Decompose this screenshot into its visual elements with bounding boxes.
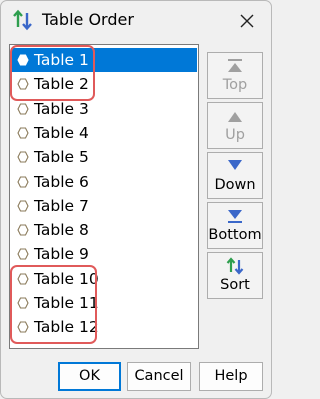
list-item-label: Table 3 [34,99,89,118]
sort-arrows-icon [226,257,244,275]
down-button[interactable]: Down [207,152,263,199]
list-item[interactable]: Table 12 [11,315,197,339]
table-node-icon [17,224,29,236]
list-item[interactable]: Table 7 [11,194,197,218]
table-list[interactable]: Table 1 Table 2 Table 3 Table 4 Table 5 Table… [9,44,199,349]
list-item[interactable]: Table 6 [11,170,197,194]
list-item[interactable]: Table 9 [11,242,197,266]
table-node-icon [17,103,29,115]
table-node-icon [17,200,29,212]
list-item-label: Table 2 [34,75,89,94]
ok-button[interactable]: OK [58,362,121,391]
table-node-icon [17,127,29,139]
table-node-icon [17,78,29,90]
table-node-icon [17,321,29,333]
sort-button[interactable]: Sort [207,252,263,299]
cancel-button[interactable]: Cancel [127,362,191,391]
up-button[interactable]: Up [207,102,263,149]
list-item[interactable]: Table 10 [11,267,197,291]
top-button[interactable]: Top [207,52,263,99]
title-bar: Table Order [1,1,271,41]
top-button-label: Top [222,77,248,93]
move-up-icon [228,112,242,122]
list-item-label: Table 7 [34,196,89,215]
bottom-button[interactable]: Bottom [207,202,263,249]
list-item-label: Table 6 [34,172,89,191]
move-to-bottom-icon [228,210,242,223]
list-item-label: Table 12 [34,318,99,337]
table-order-dialog: Table Order Table 1 Table 2 Table 3 Table 4… [0,0,272,399]
table-node-icon [17,175,29,188]
list-item-label: Table 8 [34,221,89,240]
close-icon[interactable] [233,7,261,35]
list-item[interactable]: Table 3 [11,97,197,121]
table-node-icon [17,151,29,163]
list-item-label: Table 4 [34,123,89,142]
table-node-icon [17,248,29,260]
up-button-label: Up [225,127,245,143]
list-item[interactable]: Table 1 [11,48,197,72]
window-title: Table Order [42,10,134,29]
down-button-label: Down [214,177,256,193]
list-item-label: Table 9 [34,245,89,264]
help-button[interactable]: Help [199,362,263,391]
list-item[interactable]: Table 8 [11,218,197,242]
table-node-icon [17,297,29,309]
bottom-button-label: Bottom [208,227,262,243]
list-item[interactable]: Table 11 [11,291,197,315]
list-item-label: Table 5 [34,148,89,167]
list-item[interactable]: Table 4 [11,121,197,145]
table-node-icon [17,273,29,285]
move-down-icon [228,160,242,170]
list-item[interactable]: Table 5 [11,145,197,169]
list-item-label: Table 10 [34,269,99,288]
list-item-label: Table 11 [34,294,99,312]
list-item[interactable]: Table 2 [11,72,197,96]
move-to-top-icon [228,59,242,72]
table-node-icon [17,54,29,66]
sort-arrows-icon [13,9,32,31]
sort-button-label: Sort [220,277,250,293]
list-item-label: Table 1 [34,51,89,69]
